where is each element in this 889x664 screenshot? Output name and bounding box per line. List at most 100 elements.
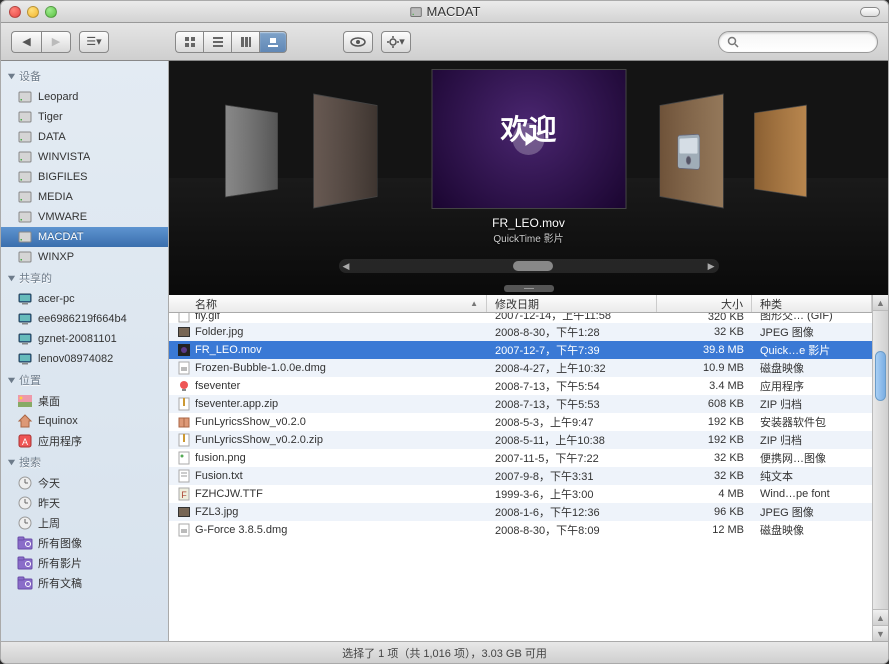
file-row[interactable]: Frozen-Bubble-1.0.0e.dmg2008-4-27，上午10:3… bbox=[169, 359, 872, 377]
sidebar-item[interactable]: VMWARE bbox=[1, 207, 168, 227]
file-row[interactable]: FunLyricsShow_v0.2.02008-5-3，上午9:47192 K… bbox=[169, 413, 872, 431]
sidebar-item[interactable]: A应用程序 bbox=[1, 431, 168, 451]
file-row[interactable]: Folder.jpg2008-8-30，下午1:2832 KBJPEG 图像 bbox=[169, 323, 872, 341]
file-row[interactable]: Fusion.txt2007-9-8，下午3:3132 KB纯文本 bbox=[169, 467, 872, 485]
sidebar-item-label: acer-pc bbox=[38, 293, 75, 305]
sidebar-item-label: MACDAT bbox=[38, 231, 84, 243]
sidebar-item[interactable]: MACDAT bbox=[1, 227, 168, 247]
sidebar-group-header[interactable]: 设备 bbox=[1, 65, 168, 87]
coverflow-view-button[interactable] bbox=[259, 31, 287, 53]
sidebar-group-header[interactable]: 共享的 bbox=[1, 267, 168, 289]
action-menu-button[interactable]: ▾ bbox=[381, 31, 411, 53]
coverflow-scrollbar[interactable]: ◀ ▶ bbox=[339, 259, 719, 273]
column-view-button[interactable] bbox=[231, 31, 259, 53]
play-icon[interactable] bbox=[513, 123, 545, 155]
file-date: 2008-7-13，下午5:53 bbox=[487, 396, 657, 412]
header-size[interactable]: 大小 bbox=[657, 295, 752, 312]
sidebar-item[interactable]: Equinox bbox=[1, 411, 168, 431]
file-row[interactable]: fseventer2008-7-13，下午5:543.4 MB应用程序 bbox=[169, 377, 872, 395]
forward-button[interactable]: ▶ bbox=[41, 31, 71, 53]
sidebar-item[interactable]: 所有影片 bbox=[1, 553, 168, 573]
sidebar-item[interactable]: gznet-20081101 bbox=[1, 329, 168, 349]
sidebar[interactable]: 设备LeopardTiger DATA WINVISTABIGFILESMEDIAV… bbox=[1, 61, 169, 641]
pc-icon bbox=[17, 311, 33, 327]
file-row[interactable]: G-Force 3.8.5.dmg2008-8-30，下午8:0912 MB磁盘… bbox=[169, 521, 872, 539]
file-date: 2008-5-3，上午9:47 bbox=[487, 414, 657, 430]
file-row[interactable]: FZL3.jpg2008-1-6，下午12:3696 KBJPEG 图像 bbox=[169, 503, 872, 521]
file-name: Folder.jpg bbox=[195, 326, 243, 338]
traffic-lights bbox=[9, 6, 57, 18]
disclosure-triangle-icon bbox=[7, 72, 16, 81]
hdd-icon bbox=[17, 89, 33, 105]
sidebar-item[interactable]: 昨天 bbox=[1, 493, 168, 513]
sidebar-item[interactable]: BIGFILES bbox=[1, 167, 168, 187]
sidebar-item[interactable]: lenov08974082 bbox=[1, 349, 168, 369]
sidebar-item[interactable]: Leopard bbox=[1, 87, 168, 107]
toolbar-toggle-button[interactable] bbox=[860, 7, 880, 17]
sidebar-item[interactable]: WINXP bbox=[1, 247, 168, 267]
scroll-right-icon[interactable]: ▶ bbox=[708, 261, 715, 272]
search-input[interactable] bbox=[743, 36, 869, 48]
search-field[interactable] bbox=[718, 31, 878, 53]
hdd-icon bbox=[17, 109, 33, 125]
coverflow-center[interactable]: 欢迎 bbox=[431, 69, 626, 209]
path-menu-button[interactable]: ☰▾ bbox=[79, 31, 109, 53]
file-row[interactable]: FFZHCJW.TTF1999-3-6，上午3:004 MBWind…pe fo… bbox=[169, 485, 872, 503]
sidebar-item[interactable]: WINVISTA bbox=[1, 147, 168, 167]
coverflow-item[interactable] bbox=[754, 105, 807, 198]
zoom-button[interactable] bbox=[45, 6, 57, 18]
sidebar-item[interactable]: 上周 bbox=[1, 513, 168, 533]
scroll-thumb[interactable] bbox=[875, 351, 886, 401]
sidebar-item[interactable]: 所有文稿 bbox=[1, 573, 168, 593]
file-icon: F bbox=[177, 487, 191, 501]
sidebar-item-label: Equinox bbox=[38, 415, 78, 427]
back-button[interactable]: ◀ bbox=[11, 31, 41, 53]
search-icon bbox=[727, 36, 739, 48]
finder-window: MACDAT ◀ ▶ ☰▾ ▾ 设备LeopardTiger DATA WINVIS… bbox=[0, 0, 889, 664]
coverflow-item[interactable] bbox=[660, 93, 724, 208]
sidebar-item[interactable]: Tiger bbox=[1, 107, 168, 127]
scroll-left-icon[interactable]: ◀ bbox=[343, 261, 350, 272]
file-row[interactable]: FunLyricsShow_v0.2.0.zip2008-5-11，上午10:3… bbox=[169, 431, 872, 449]
toolbar: ◀ ▶ ☰▾ ▾ bbox=[1, 23, 888, 61]
file-icon bbox=[177, 313, 191, 323]
coverflow-item[interactable] bbox=[313, 93, 377, 208]
header-kind[interactable]: 种类 bbox=[752, 295, 872, 312]
file-date: 2008-8-30，下午8:09 bbox=[487, 522, 657, 538]
header-name[interactable]: 名称▲ bbox=[169, 295, 487, 312]
sidebar-item-label: WINXP bbox=[38, 251, 74, 263]
hdd-icon bbox=[17, 189, 33, 205]
vertical-scrollbar[interactable]: ▲ ▲ ▼ bbox=[872, 295, 888, 641]
minimize-button[interactable] bbox=[27, 6, 39, 18]
sidebar-item[interactable]: 今天 bbox=[1, 473, 168, 493]
sidebar-item[interactable]: DATA bbox=[1, 127, 168, 147]
scroll-down-icon[interactable]: ▼ bbox=[873, 625, 888, 641]
sidebar-item[interactable]: acer-pc bbox=[1, 289, 168, 309]
quicklook-button[interactable] bbox=[343, 31, 373, 53]
sidebar-item[interactable]: ee6986219f664b4 bbox=[1, 309, 168, 329]
split-handle[interactable] bbox=[504, 285, 554, 292]
sidebar-group-header[interactable]: 搜索 bbox=[1, 451, 168, 473]
clock-icon bbox=[17, 515, 33, 531]
sidebar-item-label: DATA bbox=[38, 131, 66, 143]
scroll-up-icon[interactable]: ▲ bbox=[873, 609, 888, 625]
file-row[interactable]: FR_LEO.mov2007-12-7，下午7:3939.8 MBQuick…e… bbox=[169, 341, 872, 359]
scroll-up-icon[interactable]: ▲ bbox=[873, 295, 888, 311]
file-row[interactable]: fusion.png2007-11-5，下午7:2232 KB便携网…图像 bbox=[169, 449, 872, 467]
list-view-button[interactable] bbox=[203, 31, 231, 53]
coverflow-area[interactable]: 欢迎 FR_LEO.mov QuickTime 影片 ◀ ▶ bbox=[169, 61, 888, 295]
file-name: Fusion.txt bbox=[195, 470, 243, 482]
file-row[interactable]: fseventer.app.zip2008-7-13，下午5:53608 KBZ… bbox=[169, 395, 872, 413]
file-row[interactable]: fly.gif2007-12-14，上午11:58320 KB图形交… (GIF… bbox=[169, 313, 872, 323]
scroll-thumb[interactable] bbox=[513, 261, 553, 271]
sidebar-item[interactable]: 所有图像 bbox=[1, 533, 168, 553]
sidebar-group-header[interactable]: 位置 bbox=[1, 369, 168, 391]
sidebar-item[interactable]: MEDIA bbox=[1, 187, 168, 207]
header-date[interactable]: 修改日期 bbox=[487, 295, 657, 312]
icon-view-button[interactable] bbox=[175, 31, 203, 53]
titlebar[interactable]: MACDAT bbox=[1, 1, 888, 23]
coverflow-item[interactable] bbox=[225, 105, 278, 198]
file-list[interactable]: fly.gif2007-12-14，上午11:58320 KB图形交… (GIF… bbox=[169, 313, 872, 641]
close-button[interactable] bbox=[9, 6, 21, 18]
sidebar-item[interactable]: 桌面 bbox=[1, 391, 168, 411]
